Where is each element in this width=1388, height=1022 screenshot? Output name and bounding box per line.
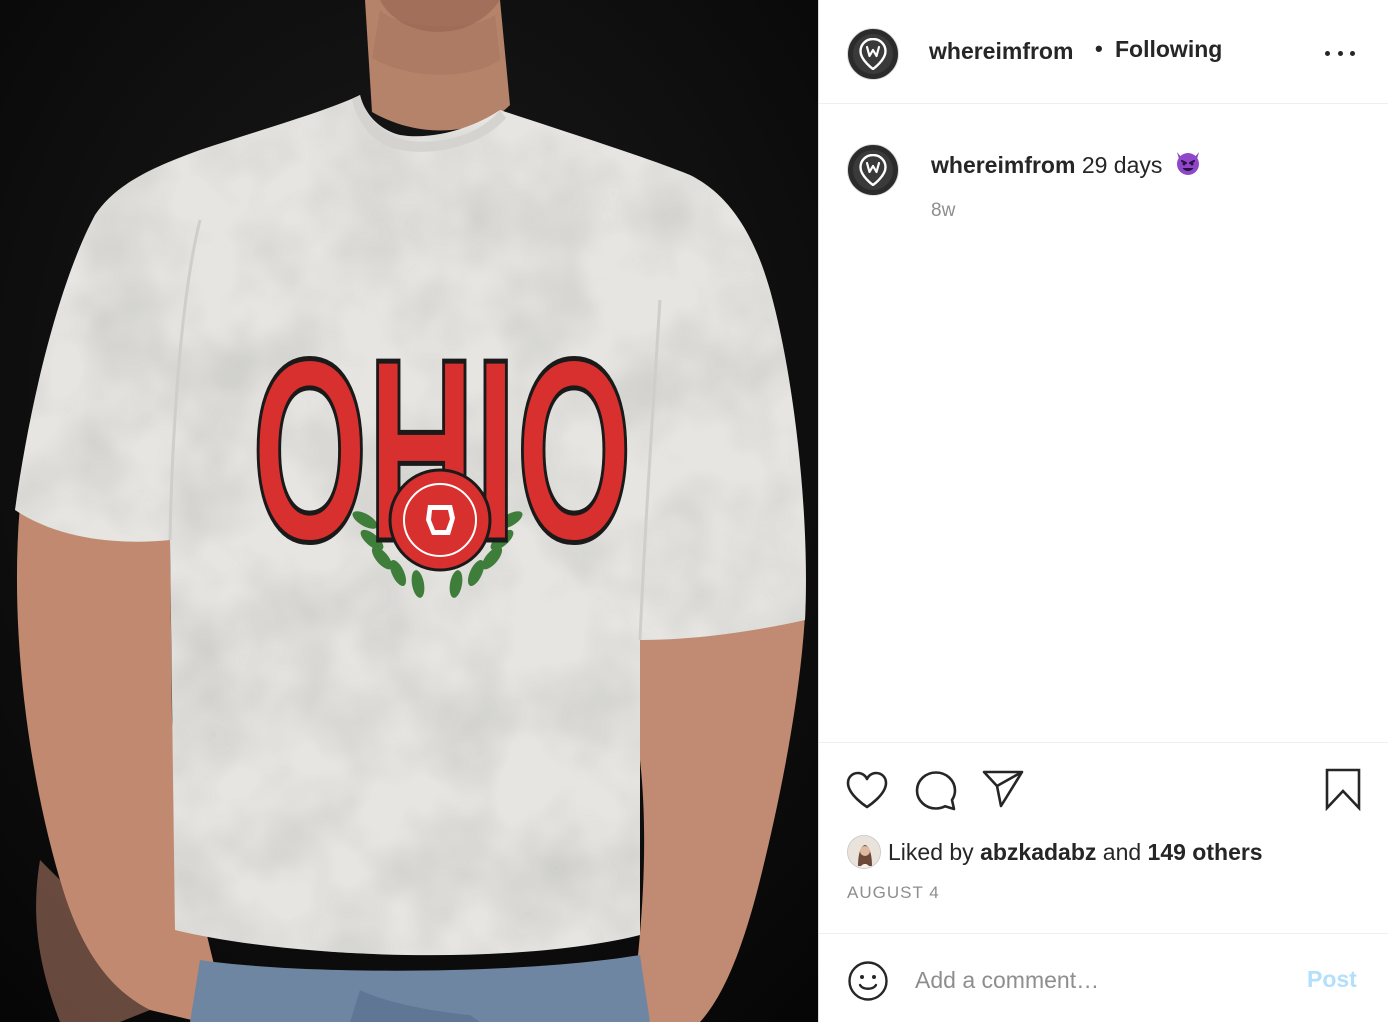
- shirt-photo-illustration: OHIO: [0, 0, 818, 1022]
- bookmark-icon[interactable]: [1323, 767, 1363, 811]
- post-actions: [819, 742, 1388, 934]
- comment-input[interactable]: [915, 964, 1275, 996]
- header-username[interactable]: whereimfrom: [929, 38, 1073, 65]
- smiley-face-icon[interactable]: [847, 960, 889, 1002]
- comment-bar: Post: [819, 933, 1388, 1022]
- heart-icon[interactable]: [845, 770, 889, 810]
- likes-others-link[interactable]: 149 others: [1148, 839, 1263, 865]
- liker-username[interactable]: abzkadabz: [980, 839, 1096, 865]
- profile-avatar[interactable]: [847, 28, 899, 80]
- caption-avatar[interactable]: [847, 144, 899, 196]
- post-comment-button[interactable]: Post: [1307, 966, 1357, 993]
- location-pin-logo-icon: [859, 38, 887, 70]
- comment-bubble-icon[interactable]: [914, 769, 958, 813]
- caption-text-line: whereimfrom 29 days: [931, 147, 1203, 179]
- instagram-post: OHIO whereimfrom • Following whereimfrom…: [0, 0, 1388, 1022]
- caption-timestamp[interactable]: 8w: [931, 200, 955, 222]
- likes-summary: Liked by abzkadabz and 149 others: [888, 839, 1263, 866]
- following-button[interactable]: Following: [1115, 36, 1222, 63]
- post-photo[interactable]: OHIO: [0, 0, 818, 1022]
- smiling-devil-emoji-icon: [1176, 152, 1199, 175]
- post-side-panel: whereimfrom • Following whereimfrom 29 d…: [818, 0, 1388, 1022]
- header-separator: •: [1095, 36, 1103, 61]
- post-header: whereimfrom • Following: [819, 0, 1388, 104]
- caption-username[interactable]: whereimfrom: [931, 152, 1075, 178]
- location-pin-logo-icon: [859, 154, 887, 186]
- post-date[interactable]: AUGUST 4: [847, 883, 940, 903]
- paper-plane-icon[interactable]: [981, 769, 1025, 809]
- likes-prefix: Liked by: [888, 839, 974, 865]
- liker-avatar[interactable]: [847, 835, 881, 869]
- more-options-icon[interactable]: [1325, 48, 1355, 58]
- caption-body: 29 days: [1081, 152, 1163, 178]
- likes-joiner: and: [1102, 839, 1142, 865]
- ohio-seal: [388, 468, 492, 572]
